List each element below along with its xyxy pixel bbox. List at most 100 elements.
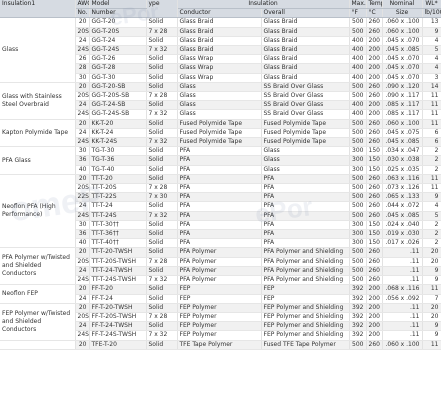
max-temp-c-cell: 200	[366, 109, 383, 120]
col-max-header: Max.	[349, 0, 367, 10]
weight-cell: 7	[422, 294, 441, 304]
nominal-size-cell: .017 x .026	[382, 238, 423, 249]
col-no-header: No.	[75, 8, 90, 19]
nominal-size-cell: .11	[382, 257, 423, 267]
type-cell: Solid	[146, 238, 178, 249]
type-cell: Solid	[146, 36, 178, 47]
model-number-cell: KK-T-20	[89, 118, 147, 129]
max-temp-c-cell: 150	[366, 220, 383, 231]
weight-cell: 11	[422, 91, 441, 102]
col-number-header: Number	[89, 8, 147, 19]
conductor-cell: Glass Braid	[177, 27, 262, 37]
model-number-cell: TT-T-20S	[89, 183, 147, 194]
overall-cell: Glass	[261, 146, 350, 157]
max-temp-c-cell: 200	[366, 284, 383, 295]
model-number-cell: TT-T-40††	[89, 238, 147, 249]
conductor-cell: Glass	[177, 100, 262, 111]
awg-no-cell: 24	[75, 100, 90, 111]
overall-cell: Glass	[261, 165, 350, 175]
col-temp-header: Temp	[366, 0, 383, 10]
nominal-size-cell: .063 x .116	[382, 173, 423, 185]
type-cell: Solid	[146, 229, 178, 240]
model-number-cell: FF-T-20S-TWSH	[89, 312, 147, 323]
weight-cell: 9	[422, 266, 441, 277]
weight-cell: 11	[422, 183, 441, 194]
max-temp-c-cell: 200	[366, 294, 383, 304]
model-number-cell: TT-T-24S	[89, 211, 147, 221]
awg-no-cell: 30	[75, 220, 90, 231]
overall-cell: PFA Polymer and Shielding	[261, 275, 350, 286]
weight-cell: 20	[422, 257, 441, 267]
overall-cell: PFA Polymer and Shielding	[261, 266, 350, 277]
max-temp-f-cell: 500	[349, 81, 367, 93]
overall-cell: FEP	[261, 284, 350, 295]
max-temp-c-cell: 200	[366, 45, 383, 56]
table-row: PFA Glass 30 TG-T-30 Solid PFA Glass 300 150.03…	[0, 146, 441, 175]
insulation-group-label: PFA Glass	[0, 146, 76, 175]
overall-cell: Fused Polymide Tape	[261, 128, 350, 139]
awg-no-cell: 20	[75, 81, 90, 93]
max-temp-c-cell: 260	[366, 128, 383, 139]
model-number-cell: TT-T-30††	[89, 220, 147, 231]
max-temp-f-cell: 500	[349, 183, 367, 194]
overall-cell: SS Braid Over Glass	[261, 91, 350, 102]
col-awg-header: AWG	[75, 0, 90, 10]
nominal-size-cell: .073 x .126	[382, 183, 423, 194]
max-temp-f-cell: 500	[349, 118, 367, 129]
nominal-size-cell: .11	[382, 312, 423, 323]
max-temp-f-cell: 500	[349, 91, 367, 102]
awg-no-cell: 36	[75, 229, 90, 240]
conductor-cell: FEP	[177, 284, 262, 295]
weight-cell: 2	[422, 165, 441, 175]
max-temp-c-cell: 260	[366, 201, 383, 212]
col-size-header: Size	[382, 8, 423, 19]
nominal-size-cell: .11	[382, 266, 423, 277]
max-temp-c-cell: 200	[366, 54, 383, 65]
overall-cell: Fused Polymide Tape	[261, 137, 350, 148]
conductor-cell: FEP Polymer	[177, 321, 262, 332]
max-temp-c-cell: 200	[366, 100, 383, 111]
type-cell: Solid	[146, 100, 178, 111]
model-number-cell: GG-T-24	[89, 36, 147, 47]
weight-cell: 11	[422, 109, 441, 120]
type-cell: Solid	[146, 201, 178, 212]
type-cell: Solid	[146, 339, 178, 350]
awg-no-cell: 20	[75, 284, 90, 295]
model-number-cell: TG-T-40	[89, 165, 147, 175]
weight-cell: 2	[422, 220, 441, 231]
type-cell: 7 x 28	[146, 183, 178, 194]
type-cell: 7 x 28	[146, 312, 178, 323]
awg-no-cell: 20	[75, 247, 90, 258]
weight-cell: 4	[422, 54, 441, 65]
conductor-cell: Glass Braid	[177, 36, 262, 47]
insulation-group-label: Kapton Polymide Tape	[0, 118, 76, 148]
overall-cell: Glass Braid	[261, 63, 350, 74]
insulation-group-label: Glass with Stainless Steel Overbraid	[0, 81, 76, 120]
awg-no-cell: 24	[75, 36, 90, 47]
insulation-group-label: FEP Polymer w/Twisted and Shielded Condu…	[0, 302, 76, 341]
overall-cell: FEP	[261, 294, 350, 304]
conductor-cell: Glass Wrap	[177, 73, 262, 83]
nominal-size-cell: .019 x .030	[382, 229, 423, 240]
type-cell: Solid	[146, 220, 178, 231]
col-insulation1-header: Insulation1	[0, 0, 76, 19]
awg-no-cell: 24	[75, 128, 90, 139]
col-c-header: °C	[366, 8, 383, 19]
model-number-cell: GG-T-20S-SB	[89, 91, 147, 102]
awg-no-cell: 20S	[75, 257, 90, 267]
max-temp-c-cell: 260	[366, 266, 383, 277]
max-temp-f-cell: 392	[349, 321, 367, 332]
overall-cell: Glass Braid	[261, 54, 350, 65]
table-row: Glass with Stainless Steel Overbraid 20 GG…	[0, 81, 441, 120]
max-temp-f-cell: 500	[349, 257, 367, 267]
nominal-size-cell: .030 x .038	[382, 155, 423, 166]
max-temp-c-cell: 200	[366, 330, 383, 341]
overall-cell: PFA	[261, 192, 350, 203]
col-overall-header: Overall	[261, 8, 350, 19]
awg-no-cell: 24S	[75, 109, 90, 120]
overall-cell: Glass Braid	[261, 17, 350, 28]
conductor-cell: Glass Braid	[177, 17, 262, 28]
model-number-cell: GG-T-20	[89, 17, 147, 28]
type-cell: Solid	[146, 146, 178, 157]
weight-cell: 20	[422, 302, 441, 313]
